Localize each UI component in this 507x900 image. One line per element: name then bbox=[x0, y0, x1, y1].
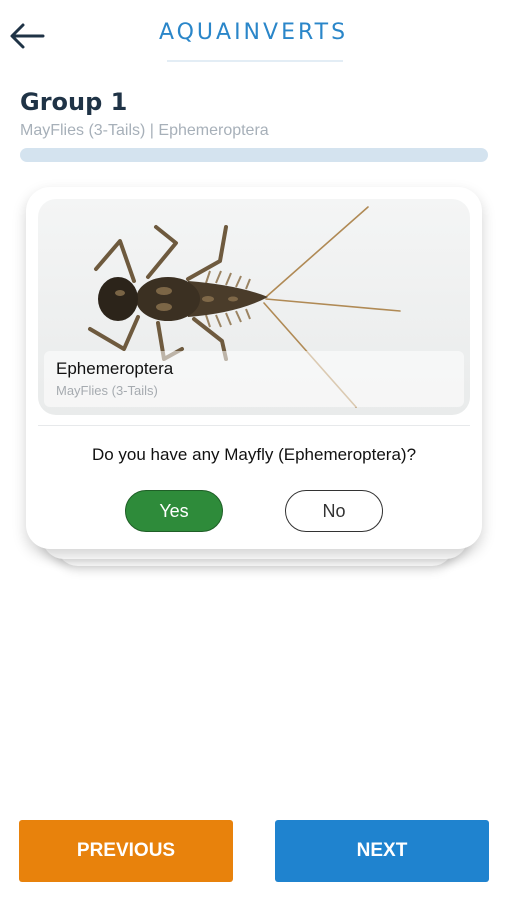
group-title: Group 1 bbox=[20, 88, 128, 116]
group-subtitle: MayFlies (3-Tails) | Ephemeroptera bbox=[20, 122, 269, 139]
previous-button[interactable]: PREVIOUS bbox=[19, 820, 233, 882]
mayfly-nymph-photo: Ephemeroptera MayFlies (3-Tails) bbox=[38, 199, 470, 415]
presence-question: Do you have any Mayfly (Ephemeroptera)? bbox=[91, 445, 417, 464]
title-underline bbox=[167, 60, 343, 62]
taxon-common-name: MayFlies (3-Tails) bbox=[56, 383, 158, 398]
card-divider bbox=[38, 425, 470, 426]
taxon-name: Ephemeroptera bbox=[56, 359, 174, 378]
photo-caption: Ephemeroptera MayFlies (3-Tails) bbox=[44, 351, 464, 407]
progress-bar bbox=[20, 148, 488, 162]
yes-button[interactable]: Yes bbox=[125, 490, 223, 532]
taxon-card: Ephemeroptera MayFlies (3-Tails) Do you … bbox=[26, 187, 482, 549]
app-title: AQUAINVERTS bbox=[158, 20, 349, 45]
no-button[interactable]: No bbox=[285, 490, 383, 532]
next-button[interactable]: NEXT bbox=[275, 820, 489, 882]
